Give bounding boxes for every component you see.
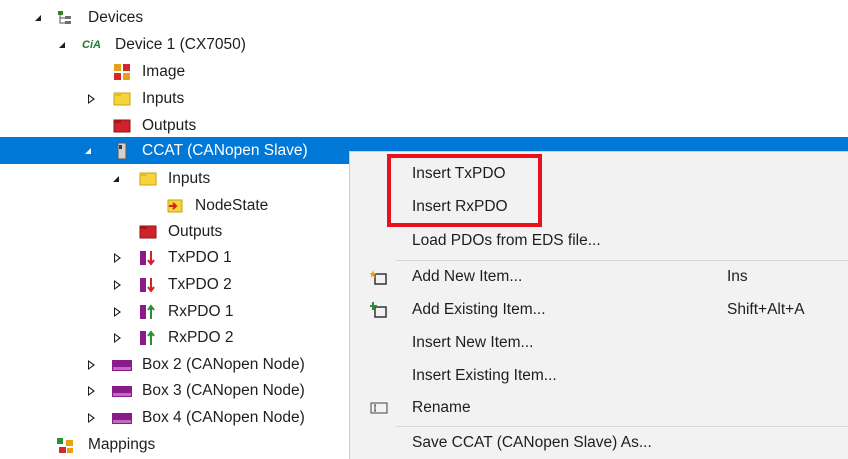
tree-item-label: RxPDO 2 [168,329,234,346]
menu-item-label: Rename [412,399,471,416]
outputs-folder-icon [139,225,157,239]
tree-item-inputs[interactable]: Inputs [0,86,300,112]
menu-item-label: Insert Existing Item... [412,367,557,384]
expand-arrow-icon[interactable] [32,5,44,31]
tree-item-label: RxPDO 1 [168,303,234,320]
tree-item-label: TxPDO 2 [168,276,232,293]
menu-item-insert-existing-item[interactable]: Insert Existing Item... [350,362,848,390]
collapse-arrow-icon[interactable] [108,245,121,271]
rxpdo-icon [140,304,155,319]
collapse-arrow-icon[interactable] [82,378,95,404]
rename-icon [370,402,388,414]
collapse-arrow-icon[interactable] [108,299,121,325]
cia-icon: CiA [82,39,101,51]
tree-item-label: NodeState [195,197,269,214]
ccat-device-icon [117,142,127,160]
collapse-arrow-icon[interactable] [82,405,95,431]
tree-item-label: Device 1 (CX7050) [115,36,246,53]
tree-item-txpdo2[interactable]: TxPDO 2 [0,272,300,298]
tree-item-label: Box 4 (CANopen Node) [142,409,305,426]
collapse-arrow-icon[interactable] [82,86,95,112]
inputs-folder-icon [113,92,131,106]
variable-input-icon [167,199,183,213]
box-node-icon [112,386,132,397]
tree-item-rxpdo2[interactable]: RxPDO 2 [0,325,300,351]
menu-item-add-new-item[interactable]: Add New Item... Ins [350,263,848,291]
tree-item-image[interactable]: Image [0,59,300,85]
menu-item-load-pdos[interactable]: Load PDOs from EDS file... [350,227,848,255]
menu-item-add-existing-item[interactable]: Add Existing Item... Shift+Alt+A [350,296,848,324]
tree-item-nodestate[interactable]: NodeState [0,193,300,219]
annotation-highlight-box [387,154,542,227]
image-icon [114,64,130,80]
shortcut-label: Shift+Alt+A [727,301,805,318]
tree-item-rxpdo1[interactable]: RxPDO 1 [0,299,300,325]
tree-item-label: Mappings [88,436,156,453]
tree-item-device1[interactable]: CiA Device 1 (CX7050) [0,32,320,58]
expand-arrow-icon[interactable] [110,166,122,192]
tree-item-ccat-inputs[interactable]: Inputs [0,166,300,192]
menu-item-label: Save CCAT (CANopen Slave) As... [412,434,652,451]
menu-item-label: Insert New Item... [412,334,534,351]
menu-item-label: Add New Item... [412,268,523,285]
outputs-folder-icon [113,119,131,133]
tree-item-label: Box 2 (CANopen Node) [142,356,305,373]
devices-tree-icon [58,11,71,24]
tree-item-devices[interactable]: Devices [0,5,300,31]
tree-item-box4[interactable]: Box 4 (CANopen Node) [0,405,340,431]
tree-item-box2[interactable]: Box 2 (CANopen Node) [0,352,340,378]
shortcut-label: Ins [727,268,748,285]
collapse-arrow-icon[interactable] [108,272,121,298]
tree-item-label: Inputs [142,90,185,107]
add-new-item-icon [370,270,387,285]
collapse-arrow-icon[interactable] [108,325,121,351]
tree-item-label: Outputs [142,117,197,134]
tree-item-box3[interactable]: Box 3 (CANopen Node) [0,378,340,404]
tree-item-label: Image [142,63,186,80]
tree-item-label: Inputs [168,170,211,187]
tree-item-ccat-outputs[interactable]: Outputs [0,219,300,245]
tree-item-outputs[interactable]: Outputs [0,113,300,139]
menu-item-rename[interactable]: Rename [350,394,848,422]
menu-separator [396,260,848,261]
txpdo-icon [140,251,155,266]
add-existing-item-icon [370,302,387,318]
menu-item-insert-new-item[interactable]: Insert New Item... [350,329,848,357]
mappings-icon [57,438,73,453]
txpdo-icon [140,278,155,293]
tree-item-label: TxPDO 1 [168,249,232,266]
rxpdo-icon [140,330,155,345]
box-node-icon [112,413,132,424]
menu-separator [396,426,848,427]
tree-item-label: Devices [88,9,144,26]
menu-item-save-as[interactable]: Save CCAT (CANopen Slave) As... [350,429,848,457]
tree-item-label: Box 3 (CANopen Node) [142,382,305,399]
tree-item-label: CCAT (CANopen Slave) [142,142,308,159]
tree-item-txpdo1[interactable]: TxPDO 1 [0,245,300,271]
menu-item-label: Add Existing Item... [412,301,546,318]
expand-arrow-icon[interactable] [82,138,94,164]
collapse-arrow-icon[interactable] [82,352,95,378]
tree-item-ccat[interactable]: CCAT (CANopen Slave) [0,138,348,164]
expand-arrow-icon[interactable] [56,32,68,58]
box-node-icon [112,360,132,371]
inputs-folder-icon [139,172,157,186]
tree-item-mappings[interactable]: Mappings [0,432,300,458]
tree-item-label: Outputs [168,223,223,240]
menu-item-label: Load PDOs from EDS file... [412,232,601,249]
